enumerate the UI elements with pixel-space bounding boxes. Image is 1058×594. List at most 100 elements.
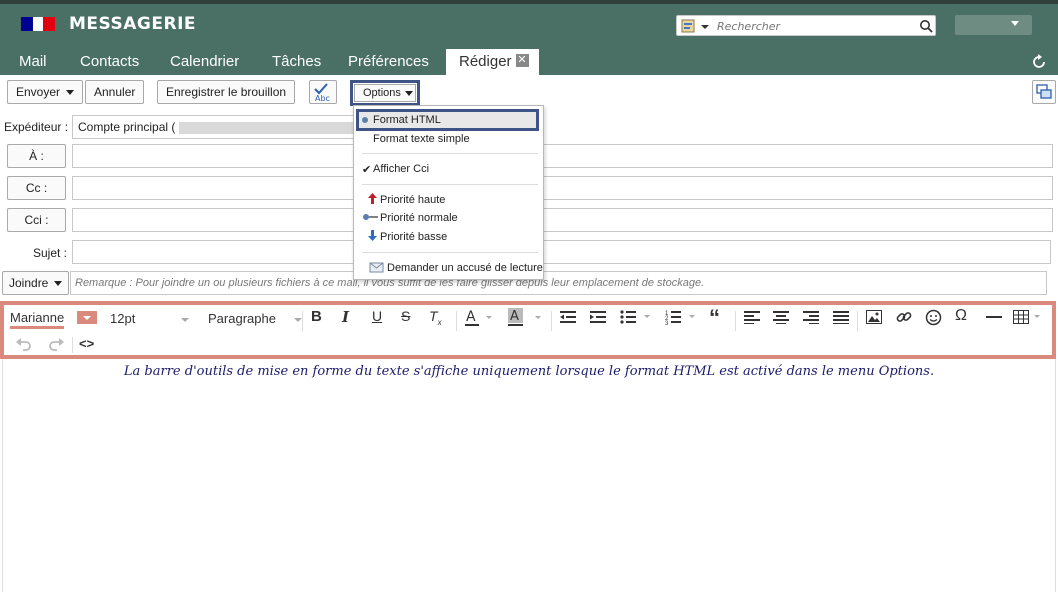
toolbar-divider — [857, 311, 858, 331]
app-header: MESSAGERIE Mail Contacts Calendrier Tâch… — [0, 0, 1058, 75]
special-character-icon[interactable]: Ω — [955, 307, 967, 325]
font-size-select[interactable]: 12pt — [110, 311, 190, 326]
address-book-icon — [681, 19, 709, 33]
italic-icon[interactable]: I — [342, 308, 349, 326]
toolbar-divider — [735, 311, 736, 331]
chevron-down-icon — [701, 25, 709, 29]
chevron-down-icon — [293, 317, 302, 322]
spellcheck-button[interactable]: Abc — [309, 80, 337, 104]
cc-button[interactable]: Cc : — [7, 176, 66, 200]
horizontal-rule-icon[interactable] — [986, 316, 1002, 318]
bullet-list-icon[interactable] — [620, 309, 656, 325]
numbered-list-icon[interactable]: 123 — [665, 309, 701, 325]
blockquote-icon[interactable]: “ — [709, 305, 720, 331]
emoji-icon[interactable] — [925, 309, 942, 326]
menu-item-format-text[interactable]: Format texte simple — [373, 133, 470, 145]
refresh-icon[interactable] — [1030, 53, 1048, 71]
options-menu: Format HTML Format texte simple ✔ Affich… — [353, 105, 544, 280]
bcc-button[interactable]: Cci : — [7, 208, 66, 232]
redo-icon[interactable] — [48, 338, 64, 352]
attach-button[interactable]: Joindre — [2, 271, 70, 295]
editor-body-text: La barre d'outils de mise en forme du te… — [123, 364, 935, 379]
menu-item-priority-high[interactable]: Priorité haute — [380, 194, 445, 206]
source-code-icon[interactable]: <> — [79, 336, 94, 351]
align-center-icon[interactable] — [773, 310, 789, 324]
options-button-label: Options — [363, 87, 401, 99]
menu-divider — [362, 153, 538, 154]
subject-field[interactable] — [72, 240, 1051, 264]
tab-calendrier[interactable]: Calendrier — [170, 49, 239, 75]
sender-value: Compte principal ( — [78, 120, 176, 134]
subject-label: Sujet : — [33, 246, 68, 260]
cancel-button[interactable]: Annuler — [85, 80, 145, 104]
marianne-logo — [21, 17, 55, 31]
options-highlight: Options — [350, 80, 420, 106]
tab-rediger[interactable]: Rédiger ✕ — [446, 49, 539, 75]
menu-item-read-receipt[interactable]: Demander un accusé de lecture — [387, 262, 543, 274]
popout-window-button[interactable] — [1032, 80, 1056, 104]
indent-icon[interactable] — [590, 310, 606, 324]
save-draft-button[interactable]: Enregistrer le brouillon — [157, 80, 296, 104]
align-right-icon[interactable] — [803, 310, 819, 324]
to-button[interactable]: À : — [7, 144, 66, 168]
send-button[interactable]: Envoyer — [7, 80, 84, 104]
image-icon[interactable] — [866, 310, 882, 324]
svg-text:A: A — [510, 309, 519, 324]
text-color-icon[interactable]: A — [464, 307, 496, 329]
cc-field[interactable] — [72, 176, 1053, 200]
undo-icon[interactable] — [16, 338, 32, 352]
table-icon[interactable] — [1013, 310, 1043, 324]
outdent-icon[interactable] — [560, 310, 576, 324]
align-left-icon[interactable] — [744, 310, 760, 324]
menu-item-format-html-label: Format HTML — [373, 114, 441, 126]
tab-mail[interactable]: Mail — [19, 49, 47, 75]
menu-item-priority-normal[interactable]: Priorité normale — [380, 212, 458, 224]
block-format-select[interactable]: Paragraphe — [208, 311, 302, 326]
font-family-dropdown[interactable] — [77, 311, 97, 324]
toolbar-divider — [551, 311, 552, 331]
editor-toolbar: Marianne 12pt Paragraphe B I U S Tx A A … — [0, 301, 1056, 359]
underline-icon[interactable]: U — [372, 308, 382, 324]
tab-preferences[interactable]: Préférences — [348, 49, 429, 75]
bold-icon[interactable]: B — [311, 308, 322, 325]
search-scope-selector[interactable] — [680, 18, 710, 34]
read-receipt-icon — [369, 262, 384, 273]
chevron-down-icon — [83, 316, 91, 320]
svg-text:Abc: Abc — [315, 94, 330, 103]
priority-normal-icon — [363, 214, 378, 220]
radio-selected-icon — [362, 117, 368, 123]
top-border — [0, 0, 1058, 4]
flag-blue-band — [21, 17, 33, 31]
toolbar-divider — [72, 337, 73, 353]
font-family-select[interactable]: Marianne — [10, 310, 65, 329]
options-button[interactable]: Options — [354, 84, 416, 102]
user-menu[interactable] — [955, 15, 1032, 35]
editor-body[interactable] — [2, 359, 1056, 592]
user-menu-chevron-icon[interactable] — [1011, 21, 1019, 26]
strikethrough-icon[interactable]: S — [401, 308, 410, 324]
search-box[interactable] — [676, 15, 936, 36]
clear-formatting-icon[interactable]: Tx — [429, 308, 442, 327]
close-icon[interactable]: ✕ — [515, 54, 529, 68]
flag-white-band — [33, 17, 43, 31]
tab-taches[interactable]: Tâches — [272, 49, 321, 75]
chevron-down-icon — [404, 90, 413, 96]
popout-window-icon — [1036, 84, 1052, 99]
svg-text:A: A — [466, 309, 476, 325]
link-icon[interactable] — [896, 309, 912, 325]
tab-contacts[interactable]: Contacts — [80, 49, 139, 75]
send-button-label: Envoyer — [16, 85, 61, 99]
to-field[interactable] — [72, 144, 1053, 168]
search-input[interactable] — [717, 18, 907, 34]
menu-divider — [362, 252, 538, 253]
redacted-address — [179, 121, 355, 134]
justify-icon[interactable] — [833, 310, 849, 324]
menu-item-priority-low[interactable]: Priorité basse — [380, 231, 447, 243]
menu-item-show-bcc[interactable]: Afficher Cci — [373, 163, 429, 175]
spellcheck-icon: Abc — [314, 83, 330, 103]
search-icon[interactable] — [919, 19, 933, 33]
highlight-color-icon[interactable]: A — [508, 307, 544, 329]
bcc-field[interactable] — [72, 208, 1053, 232]
font-size-value: 12pt — [110, 311, 136, 326]
sender-select[interactable]: Compte principal ( — [72, 115, 362, 139]
